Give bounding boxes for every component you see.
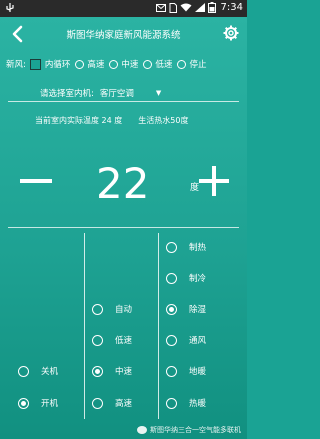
footer-text: 斯图华纳三合一空气能多联机: [150, 426, 241, 434]
hot-water-text: 生活热水50度: [138, 116, 189, 125]
fan-option-label: 低速: [155, 60, 173, 70]
radio-selected[interactable]: [18, 397, 29, 409]
title-bar: 斯图华纳家庭新风能源系统: [0, 17, 247, 51]
radio[interactable]: [75, 59, 85, 69]
speed-option-low[interactable]: 低速: [92, 334, 132, 346]
page-title: 斯图华纳家庭新风能源系统: [66, 30, 181, 41]
radio[interactable]: [166, 272, 177, 284]
column-divider: [158, 233, 159, 419]
speed-option-label: 高速: [115, 399, 133, 409]
speed-option-label: 低速: [115, 336, 133, 346]
inner-cycle-checkbox[interactable]: [29, 58, 41, 70]
fan-option-label: 高速: [87, 60, 105, 70]
radio[interactable]: [177, 59, 187, 69]
email-icon: [155, 3, 166, 12]
mode-option-label: 制冷: [189, 274, 207, 284]
fan-option-high[interactable]: 高速: [75, 58, 104, 70]
clock: 7:34: [220, 2, 243, 13]
sim-icon: [169, 2, 177, 13]
mode-option-ventilate[interactable]: 通风: [166, 334, 206, 346]
radio[interactable]: [166, 241, 177, 253]
usb-icon: [6, 3, 14, 12]
mode-option-label: 热暖: [189, 399, 207, 409]
gear-icon[interactable]: [223, 25, 239, 41]
mode-option-label: 除湿: [189, 305, 207, 315]
mode-option-cool[interactable]: 制冷: [166, 272, 206, 284]
app-screen: 斯图华纳家庭新风能源系统 新风: 内循环 高速 中速 低速 停止 请选择室内机:…: [0, 17, 247, 439]
indoor-temperature-text: 当前室内实际温度 24 度: [35, 116, 123, 125]
status-info: 当前室内实际温度 24 度 生活热水50度: [35, 115, 188, 126]
battery-icon: [207, 2, 216, 13]
room-selector-value[interactable]: 客厅空调: [100, 87, 134, 99]
room-selector-label: 请选择室内机:: [40, 89, 94, 99]
fresh-air-row: 新风: 内循环 高速 中速 低速 停止: [6, 58, 211, 70]
radio[interactable]: [143, 59, 153, 69]
mode-option-label: 地暖: [189, 367, 207, 377]
temperature-control: 22 度: [0, 157, 247, 227]
radio[interactable]: [166, 334, 177, 346]
power-option-label: 开机: [41, 399, 59, 409]
power-option-label: 关机: [41, 367, 59, 377]
speed-option-auto[interactable]: 自动: [92, 303, 132, 315]
mode-option-radiant-heat[interactable]: 热暖: [166, 397, 206, 409]
radio[interactable]: [166, 397, 177, 409]
fresh-air-label: 新风:: [6, 60, 26, 70]
divider: [8, 101, 239, 102]
radio[interactable]: [109, 59, 119, 69]
divider: [8, 227, 239, 228]
power-option-off[interactable]: 关机: [18, 365, 58, 377]
speed-option-medium[interactable]: 中速: [92, 365, 132, 377]
radio-selected[interactable]: [92, 365, 103, 377]
radio[interactable]: [166, 365, 177, 377]
fan-option-low[interactable]: 低速: [143, 58, 172, 70]
fan-option-label: 内循环: [44, 60, 71, 70]
radio-selected[interactable]: [166, 303, 177, 315]
power-option-on[interactable]: 开机: [18, 397, 58, 409]
column-divider: [84, 233, 85, 419]
fan-option-label: 停止: [189, 60, 207, 70]
decrease-temperature-button[interactable]: [20, 179, 52, 183]
mode-option-heat[interactable]: 制热: [166, 241, 206, 253]
temperature-unit: 度: [190, 183, 200, 193]
room-selector[interactable]: 请选择室内机: 客厅空调 ▼: [40, 87, 161, 99]
speed-option-label: 中速: [115, 367, 133, 377]
radio[interactable]: [92, 303, 103, 315]
fan-option-stop[interactable]: 停止: [177, 58, 206, 70]
speed-option-high[interactable]: 高速: [92, 397, 132, 409]
wechat-icon: [137, 426, 147, 434]
footer-watermark: 斯图华纳三合一空气能多联机: [137, 425, 241, 435]
mode-option-label: 制热: [189, 243, 207, 253]
fan-option-medium[interactable]: 中速: [109, 58, 138, 70]
mode-option-label: 通风: [189, 336, 207, 346]
fan-option-inner-cycle[interactable]: 内循环: [29, 58, 71, 70]
wifi-icon: [180, 3, 192, 12]
plus-icon[interactable]: [212, 166, 216, 196]
radio[interactable]: [18, 365, 29, 377]
temperature-value: 22: [96, 159, 150, 208]
mode-option-floor-heat[interactable]: 地暖: [166, 365, 206, 377]
signal-icon: [194, 3, 205, 12]
radio[interactable]: [92, 397, 103, 409]
status-bar: 7:34: [0, 0, 247, 17]
speed-option-label: 自动: [115, 305, 133, 315]
radio[interactable]: [92, 334, 103, 346]
mode-option-dehumidify[interactable]: 除湿: [166, 303, 206, 315]
fan-option-label: 中速: [121, 60, 139, 70]
dropdown-caret-icon[interactable]: ▼: [156, 89, 161, 97]
